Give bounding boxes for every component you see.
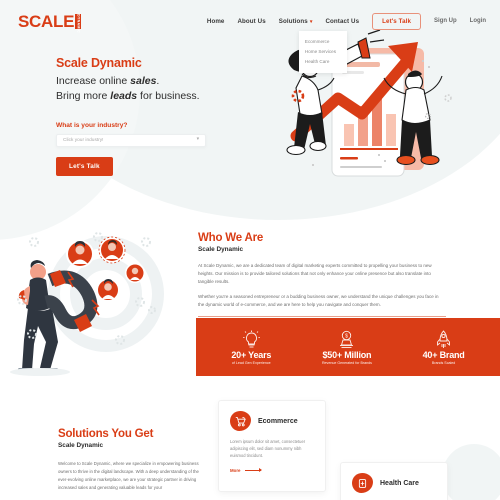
hero-line1-post: . xyxy=(156,75,160,87)
header-lets-talk-button[interactable]: Let's Talk xyxy=(372,12,421,30)
svg-text:$: $ xyxy=(346,333,349,339)
lead-magnet-svg xyxy=(10,232,164,376)
nav-item-about-us[interactable]: About Us xyxy=(237,18,265,25)
hero-line2-emphasis: leads xyxy=(110,89,138,102)
stat-label: Revenue Generated for Brands xyxy=(321,361,372,365)
card-title: Health Care xyxy=(380,479,419,487)
site-header: SCALE DYNAMIC Home About Us Solutions ▾ C… xyxy=(0,0,500,73)
who-we-are-subtitle: Scale Dynamic xyxy=(198,246,244,253)
chevron-down-icon: ▾ xyxy=(196,136,199,142)
stat-item: $ $50+ Million Revenue Generated for Bra… xyxy=(322,329,372,365)
landing-page: SCALE DYNAMIC Home About Us Solutions ▾ C… xyxy=(0,0,500,500)
hero-line2-post: for business. xyxy=(137,89,200,102)
dropdown-item-health-care[interactable]: Health Care xyxy=(299,57,347,67)
card-more-link[interactable]: More xyxy=(230,468,314,473)
lightbulb-icon xyxy=(231,329,271,349)
logo-subtext: DYNAMIC xyxy=(75,13,81,33)
hero-line1-emphasis: sales xyxy=(130,75,157,87)
health-icon xyxy=(352,473,373,493)
chevron-down-icon: ▾ xyxy=(309,18,313,25)
who-we-are-paragraph-1: At Scale Dynamic, we are a dedicated tea… xyxy=(198,263,432,284)
dropdown-item-ecommerce[interactable]: Ecommerce xyxy=(299,37,347,47)
solution-card-ecommerce[interactable]: Ecommerce Lorem ipsum dolor sit amet, co… xyxy=(218,400,326,492)
stat-number: 40+ Brand xyxy=(422,350,465,360)
nav-item-contact-us[interactable]: Contact Us xyxy=(325,18,359,25)
stat-label: of Lead Gen Experience xyxy=(231,361,271,365)
rocket-icon xyxy=(423,329,465,349)
industry-select[interactable]: Click your industry! ▾ xyxy=(56,133,206,147)
dropdown-item-home-services[interactable]: Home Services xyxy=(299,47,347,57)
nav-item-home[interactable]: Home xyxy=(207,18,225,25)
solutions-dropdown-menu: Ecommerce Home Services Health Care xyxy=(298,30,347,73)
nav-item-contact-us-label: Contact Us xyxy=(325,17,360,25)
who-we-are-section: Who We Are Scale Dynamic At Scale Dynami… xyxy=(198,232,446,318)
lead-magnet-illustration xyxy=(6,228,192,380)
signup-link[interactable]: Sign Up xyxy=(434,18,457,24)
industry-select-placeholder: Click your industry! xyxy=(63,137,104,143)
hero-line1-pre: Increase online xyxy=(56,75,131,87)
login-link[interactable]: Login xyxy=(470,18,486,24)
logo-text: SCALE xyxy=(18,11,75,31)
money-bag-icon: $ xyxy=(322,329,372,349)
nav-item-solutions-label: Solutions xyxy=(278,17,308,25)
card-body-text: Lorem ipsum dolor sit amet, consectetuer… xyxy=(230,439,306,458)
solutions-subtitle: Scale Dynamic xyxy=(58,442,104,449)
stat-number: 20+ Years xyxy=(231,350,272,360)
solutions-section: Solutions You Get Scale Dynamic Welcome … xyxy=(58,428,208,492)
shopping-cart-icon xyxy=(230,411,251,431)
stat-item: 40+ Brand Brands Scaled xyxy=(423,329,465,365)
hero-line2-pre: Bring more xyxy=(56,89,111,102)
hero-lets-talk-button[interactable]: Let's Talk xyxy=(56,156,113,176)
logo[interactable]: SCALE DYNAMIC xyxy=(18,11,81,33)
decorative-blob xyxy=(442,444,500,500)
who-we-are-title: Who We Are xyxy=(198,232,264,244)
solutions-title: Solutions You Get xyxy=(58,428,154,440)
card-title: Ecommerce xyxy=(258,417,298,425)
card-header: Health Care xyxy=(352,473,436,493)
stat-label: Brands Scaled xyxy=(431,361,456,365)
solutions-paragraph: Welcome to Scale Dynamic, where we speci… xyxy=(58,461,199,490)
main-navigation: Home About Us Solutions ▾ Contact Us Let'… xyxy=(207,12,486,73)
nav-item-home-label: Home xyxy=(206,17,225,25)
arrow-right-icon xyxy=(244,468,262,473)
stats-banner: 20+ Years of Lead Gen Experience $ $50+ … xyxy=(196,318,500,376)
solution-card-health-care[interactable]: Health Care Lorem ipsum dolor sit amet, … xyxy=(340,462,448,500)
card-header: Ecommerce xyxy=(230,411,314,431)
card-more-label: More xyxy=(230,467,241,473)
nav-item-solutions[interactable]: Solutions ▾ xyxy=(279,18,313,25)
stat-number: $50+ Million xyxy=(322,350,372,360)
who-we-are-paragraph-2: Whether you're a seasoned entrepreneur o… xyxy=(198,293,439,307)
stat-item: 20+ Years of Lead Gen Experience xyxy=(231,329,271,365)
nav-item-about-us-label: About Us xyxy=(237,17,266,25)
